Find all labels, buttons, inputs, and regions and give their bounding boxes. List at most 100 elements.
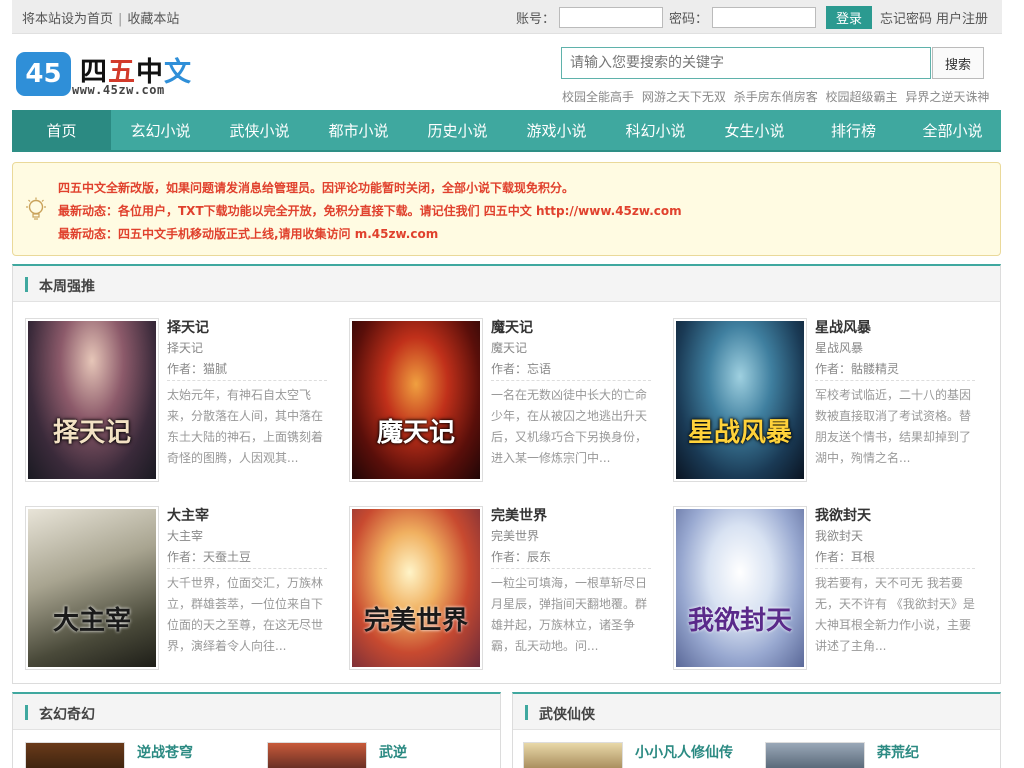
- book-author: 作者：忘语: [491, 359, 651, 381]
- site-logo[interactable]: 45 四五中文 www.45zw.com: [16, 52, 216, 102]
- book-card[interactable]: 完美世界 完美世界 完美世界 作者：辰东 一粒尘可填海，一根草斩尽日月星辰，弹指…: [349, 506, 655, 676]
- hot-keyword[interactable]: 杀手房东俏房客: [734, 90, 818, 104]
- book-cover[interactable]: 大主宰: [25, 506, 159, 670]
- book-cover[interactable]: 星战风暴: [673, 318, 807, 482]
- mini-book-title[interactable]: 逆战苍穹: [137, 742, 193, 762]
- book-description: 军校考试临近，二十八的基因数被直接取消了考试资格。替朋友送个情书，结果却掉到了湖…: [815, 388, 972, 465]
- top-bar: 将本站设为首页 | 收藏本站 账号： 密码： 登录 忘记密码 用户注册: [12, 0, 1002, 34]
- book-description: 一粒尘可填海，一根草斩尽日月星辰，弹指间天翻地覆。群雄并起，万族林立，诸圣争霸，…: [491, 576, 648, 653]
- book-subtitle: 大主宰: [167, 529, 204, 543]
- book-title[interactable]: 我欲封天: [815, 506, 975, 526]
- account-label: 账号：: [515, 12, 555, 27]
- logo-url: www.45zw.com: [72, 83, 165, 97]
- book-title[interactable]: 择天记: [167, 318, 327, 338]
- mini-book-cover[interactable]: [765, 742, 865, 768]
- panel-title: 玄幻奇幻: [39, 707, 95, 723]
- nav-item-all[interactable]: 全部小说: [903, 110, 1002, 150]
- account-input[interactable]: [558, 7, 663, 28]
- book-description: 一名在无数凶徒中长大的亡命少年，在从被囚之地逃出升天后，又机缘巧合下另换身份，进…: [491, 388, 648, 465]
- book-info: 我欲封天 我欲封天 作者：耳根 我若要有，天不可无 我若要无，天不许有 《我欲封…: [815, 506, 975, 657]
- book-cover-art: 我欲封天: [676, 509, 804, 667]
- top-bar-links: 将本站设为首页 | 收藏本站: [22, 8, 179, 27]
- book-info: 魔天记 魔天记 作者：忘语 一名在无数凶徒中长大的亡命少年，在从被囚之地逃出升天…: [491, 318, 651, 469]
- nav-item-dushi[interactable]: 都市小说: [309, 110, 408, 150]
- cover-title: 星战风暴: [687, 418, 792, 448]
- book-title[interactable]: 完美世界: [491, 506, 651, 526]
- book-title[interactable]: 星战风暴: [815, 318, 975, 338]
- book-cover-art: 大主宰: [28, 509, 156, 667]
- hot-keyword[interactable]: 异界之逆天诛神: [905, 90, 989, 104]
- book-subtitle: 魔天记: [491, 341, 528, 355]
- cover-title: 择天记: [52, 418, 131, 448]
- book-title[interactable]: 大主宰: [167, 506, 327, 526]
- cover-title: 完美世界: [363, 606, 468, 636]
- book-cover[interactable]: 魔天记: [349, 318, 483, 482]
- book-cover-art: 完美世界: [352, 509, 480, 667]
- cover-title: 魔天记: [376, 418, 455, 448]
- hot-keywords: 校园全能高手 网游之天下无双 杀手房东俏房客 校园超级霸主 异界之逆天诛神: [562, 88, 993, 105]
- book-card[interactable]: 择天记 择天记 择天记 作者：猫腻 太始元年，有神石自太空飞来，分散落在人间，其…: [25, 318, 331, 488]
- category-panel-wuxia: 武侠仙侠 小小凡人修仙传 莽荒纪: [512, 692, 1001, 768]
- password-label: 密码：: [668, 12, 708, 27]
- nav-item-kehuan[interactable]: 科幻小说: [606, 110, 705, 150]
- book-info: 大主宰 大主宰 作者：天蚕土豆 大千世界，位面交汇，万族林立，群雄荟萃，一位位来…: [167, 506, 327, 657]
- bookmark-link[interactable]: 收藏本站: [127, 12, 179, 27]
- separator: |: [118, 12, 123, 27]
- notice-line[interactable]: 最新动态：四五中文手机移动版正式上线,请用收集访问 m.45zw.com: [58, 223, 682, 246]
- nav-item-ranking[interactable]: 排行榜: [804, 110, 903, 150]
- search-input[interactable]: [561, 47, 931, 79]
- book-description: 大千世界，位面交汇，万族林立，群雄荟萃，一位位来自下位面的天之至尊，在这无尽世界…: [167, 576, 324, 653]
- nav-item-xuanhuan[interactable]: 玄幻小说: [111, 110, 210, 150]
- nav-item-wuxia[interactable]: 武侠小说: [210, 110, 309, 150]
- login-form: 账号： 密码： 登录 忘记密码 用户注册: [516, 6, 988, 29]
- book-description: 我若要有，天不可无 我若要无，天不许有 《我欲封天》是大神耳根全新力作小说，主要…: [815, 576, 975, 653]
- nav-item-lishi[interactable]: 历史小说: [408, 110, 507, 150]
- mini-book-title[interactable]: 小小凡人修仙传: [635, 742, 733, 762]
- book-subtitle: 星战风暴: [815, 341, 864, 355]
- book-cover[interactable]: 我欲封天: [673, 506, 807, 670]
- panel-title: 武侠仙侠: [539, 707, 595, 723]
- nav-item-nvsheng[interactable]: 女生小说: [705, 110, 804, 150]
- search-button[interactable]: 搜索: [932, 47, 984, 79]
- register-link[interactable]: 用户注册: [936, 8, 988, 27]
- notice-lines: 四五中文全新改版，如果问题请发消息给管理员。因评论功能暂时关闭，全部小说下载现免…: [58, 177, 682, 246]
- book-info: 完美世界 完美世界 作者：辰东 一粒尘可填海，一根草斩尽日月星辰，弹指间天翻地覆…: [491, 506, 651, 657]
- nav-item-home[interactable]: 首页: [12, 110, 111, 150]
- nav-item-youxi[interactable]: 游戏小说: [507, 110, 606, 150]
- book-author: 作者：骷髅精灵: [815, 359, 975, 381]
- book-subtitle: 完美世界: [491, 529, 540, 543]
- hot-keyword[interactable]: 校园全能高手: [562, 90, 634, 104]
- panel-header: 本周强推: [13, 266, 1000, 302]
- panel-header-bar: [525, 705, 528, 720]
- book-cover[interactable]: 完美世界: [349, 506, 483, 670]
- book-cover[interactable]: 择天记: [25, 318, 159, 482]
- password-input[interactable]: [711, 7, 816, 28]
- set-homepage-link[interactable]: 将本站设为首页: [22, 12, 113, 27]
- mini-book-title[interactable]: 武逆: [379, 742, 407, 762]
- notice-line[interactable]: 最新动态：各位用户，TXT下载功能以完全开放，免积分直接下载。请记住我们 四五中…: [58, 200, 682, 223]
- book-info: 星战风暴 星战风暴 作者：骷髅精灵 军校考试临近，二十八的基因数被直接取消了考试…: [815, 318, 975, 469]
- book-title[interactable]: 魔天记: [491, 318, 651, 338]
- panel-header: 玄幻奇幻: [13, 694, 500, 730]
- book-card[interactable]: 我欲封天 我欲封天 我欲封天 作者：耳根 我若要有，天不可无 我若要无，天不许有…: [673, 506, 979, 676]
- book-card[interactable]: 大主宰 大主宰 大主宰 作者：天蚕土豆 大千世界，位面交汇，万族林立，群雄荟萃，…: [25, 506, 331, 676]
- mini-book-cover[interactable]: [267, 742, 367, 768]
- mini-book-cover[interactable]: [25, 742, 125, 768]
- notice-box: 四五中文全新改版，如果问题请发消息给管理员。因评论功能暂时关闭，全部小说下载现免…: [12, 162, 1001, 256]
- book-card[interactable]: 星战风暴 星战风暴 星战风暴 作者：骷髅精灵 军校考试临近，二十八的基因数被直接…: [673, 318, 979, 488]
- book-author: 作者：天蚕土豆: [167, 547, 327, 569]
- panel-header-bar: [25, 705, 28, 720]
- cover-title: 我欲封天: [687, 606, 792, 636]
- hot-keyword[interactable]: 校园超级霸主: [826, 90, 898, 104]
- login-button[interactable]: 登录: [825, 6, 872, 29]
- weekly-recommend-panel: 本周强推 择天记 择天记 择天记 作者：猫腻 太始元年，有神石自太空飞来，分散落…: [12, 264, 1001, 684]
- panel-header-bar: [25, 277, 28, 292]
- forgot-password-link[interactable]: 忘记密码: [880, 8, 932, 27]
- mini-book-cover[interactable]: [523, 742, 623, 768]
- lightbulb-icon: [26, 197, 46, 220]
- category-panel-xuanhuan: 玄幻奇幻 逆战苍穹 武逆: [12, 692, 501, 768]
- book-cover-art: 星战风暴: [676, 321, 804, 479]
- hot-keyword[interactable]: 网游之天下无双: [642, 90, 726, 104]
- book-card[interactable]: 魔天记 魔天记 魔天记 作者：忘语 一名在无数凶徒中长大的亡命少年，在从被囚之地…: [349, 318, 655, 488]
- mini-book-title[interactable]: 莽荒纪: [877, 742, 919, 762]
